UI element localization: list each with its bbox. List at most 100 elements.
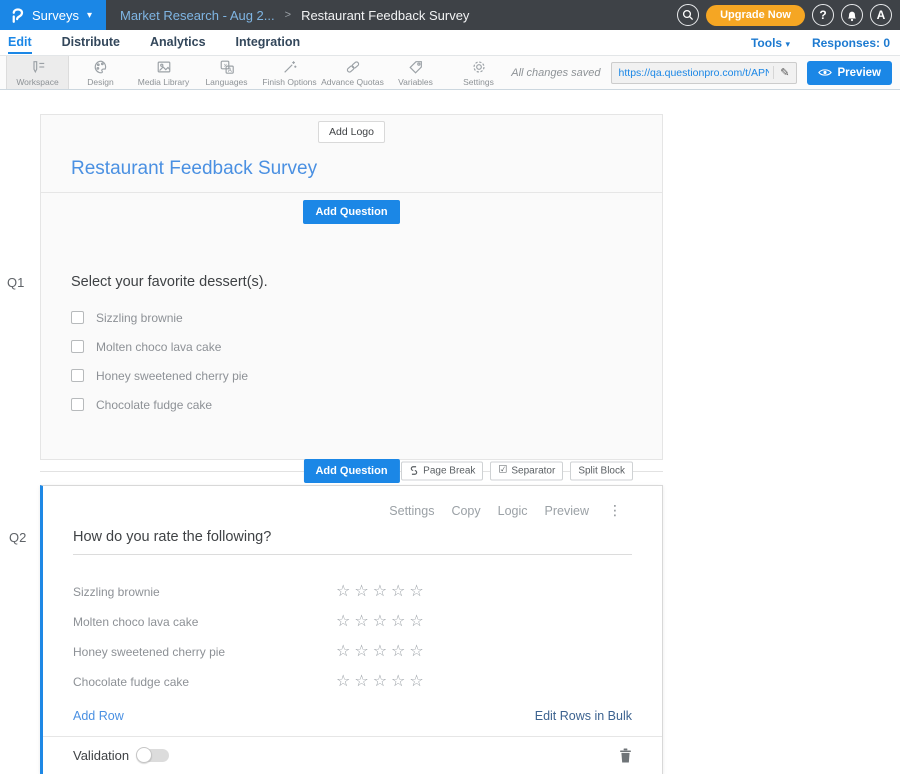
preview-button[interactable]: Preview bbox=[807, 61, 892, 85]
question-copy-link[interactable]: Copy bbox=[451, 504, 480, 518]
toolbar-item-media-library[interactable]: Media Library bbox=[132, 56, 195, 89]
star-icon[interactable]: ☆ bbox=[391, 614, 405, 630]
avatar-initial: A bbox=[877, 8, 886, 22]
page-break-button[interactable]: Page Break bbox=[401, 461, 483, 480]
toolbar-item-design[interactable]: Design bbox=[69, 56, 132, 89]
star-icon[interactable]: ☆ bbox=[391, 674, 405, 690]
account-avatar[interactable]: A bbox=[870, 4, 892, 26]
trash-icon bbox=[619, 748, 632, 763]
tab-edit[interactable]: Edit bbox=[8, 31, 32, 54]
add-question-row-top: Add Question bbox=[41, 193, 662, 224]
notifications-button[interactable] bbox=[841, 4, 863, 26]
checkbox-option[interactable]: Molten choco lava cake bbox=[71, 332, 632, 361]
split-block-button[interactable]: Split Block bbox=[570, 461, 633, 480]
checkbox[interactable] bbox=[71, 311, 84, 324]
question-preview-link[interactable]: Preview bbox=[545, 504, 589, 518]
tab-integration[interactable]: Integration bbox=[236, 31, 301, 54]
help-button[interactable]: ? bbox=[812, 4, 834, 26]
product-switcher[interactable]: Surveys ▾ bbox=[0, 0, 106, 30]
save-status: All changes saved bbox=[511, 67, 600, 79]
tab-distribute[interactable]: Distribute bbox=[62, 31, 120, 54]
breadcrumb-folder[interactable]: Market Research - Aug 2... bbox=[120, 8, 275, 23]
search-icon bbox=[682, 9, 694, 21]
add-logo-button[interactable]: Add Logo bbox=[318, 121, 385, 143]
checkbox[interactable] bbox=[71, 369, 84, 382]
star-icon[interactable]: ☆ bbox=[354, 644, 368, 660]
survey-url-input[interactable] bbox=[612, 67, 774, 79]
delete-question-button[interactable] bbox=[619, 748, 632, 763]
checkbox[interactable] bbox=[71, 398, 84, 411]
question-1-text[interactable]: Select your favorite dessert(s). bbox=[71, 274, 632, 290]
survey-url-field: ✎ bbox=[611, 62, 797, 84]
toolbar-item-variables[interactable]: Variables bbox=[384, 56, 447, 89]
question-2-toolbar: Settings Copy Logic Preview ⋮ bbox=[43, 486, 662, 519]
question-1[interactable]: Q1 Select your favorite dessert(s). Sizz… bbox=[71, 274, 632, 459]
nav-right: Tools ▾ Responses: 0 bbox=[751, 36, 890, 50]
question-2-block[interactable]: Settings Copy Logic Preview ⋮ Q2 How do … bbox=[40, 485, 663, 774]
toolbar-item-advance-quotas[interactable]: Advance Quotas bbox=[321, 56, 384, 89]
topbar-actions: Upgrade Now ? A bbox=[677, 0, 900, 30]
star-icon[interactable]: ☆ bbox=[336, 584, 350, 600]
toolbar-item-finish-options[interactable]: Finish Options bbox=[258, 56, 321, 89]
star-icon[interactable]: ☆ bbox=[391, 584, 405, 600]
star-icon[interactable]: ☆ bbox=[336, 614, 350, 630]
star-icon[interactable]: ☆ bbox=[409, 584, 423, 600]
question-2-text[interactable]: How do you rate the following? bbox=[73, 529, 632, 555]
star-rating[interactable]: ☆ ☆ ☆ ☆ ☆ bbox=[336, 614, 424, 630]
star-icon[interactable]: ☆ bbox=[354, 614, 368, 630]
star-icon[interactable]: ☆ bbox=[409, 614, 423, 630]
row-actions: Add Row Edit Rows in Bulk bbox=[73, 709, 632, 723]
insert-row-top: Add Question Page Break ☑ Separator Spli… bbox=[40, 460, 663, 481]
bell-icon bbox=[846, 9, 858, 22]
search-button[interactable] bbox=[677, 4, 699, 26]
question-2: Q2 How do you rate the following? bbox=[73, 529, 632, 555]
star-icon[interactable]: ☆ bbox=[373, 644, 387, 660]
star-rating[interactable]: ☆ ☆ ☆ ☆ ☆ bbox=[336, 644, 424, 660]
toolbar-item-settings[interactable]: Settings bbox=[447, 56, 510, 89]
add-question-button[interactable]: Add Question bbox=[303, 459, 399, 483]
question-2-id: Q2 bbox=[9, 530, 26, 545]
star-icon[interactable]: ☆ bbox=[409, 644, 423, 660]
toolbar-item-workspace[interactable]: Workspace bbox=[6, 56, 69, 89]
rating-row-label: Sizzling brownie bbox=[73, 585, 336, 599]
star-icon[interactable]: ☆ bbox=[391, 644, 405, 660]
edit-rows-in-bulk-link[interactable]: Edit Rows in Bulk bbox=[535, 709, 632, 723]
toolbar-item-languages[interactable]: ×A Languages bbox=[195, 56, 258, 89]
question-settings-link[interactable]: Settings bbox=[389, 504, 434, 518]
checkbox-option[interactable]: Honey sweetened cherry pie bbox=[71, 361, 632, 390]
validation-control: Validation bbox=[73, 748, 169, 763]
star-icon[interactable]: ☆ bbox=[409, 674, 423, 690]
star-icon[interactable]: ☆ bbox=[354, 584, 368, 600]
separator-button[interactable]: ☑ Separator bbox=[490, 461, 563, 480]
star-icon[interactable]: ☆ bbox=[336, 674, 350, 690]
more-options-icon[interactable]: ⋮ bbox=[606, 502, 624, 519]
star-rating[interactable]: ☆ ☆ ☆ ☆ ☆ bbox=[336, 674, 424, 690]
tab-analytics[interactable]: Analytics bbox=[150, 31, 206, 54]
checkbox[interactable] bbox=[71, 340, 84, 353]
variables-icon bbox=[408, 59, 424, 75]
star-icon[interactable]: ☆ bbox=[373, 614, 387, 630]
star-icon[interactable]: ☆ bbox=[354, 674, 368, 690]
add-row-link[interactable]: Add Row bbox=[73, 709, 124, 723]
star-icon[interactable]: ☆ bbox=[336, 644, 350, 660]
checkbox-option[interactable]: Sizzling brownie bbox=[71, 303, 632, 332]
chevron-down-icon: ▾ bbox=[785, 39, 790, 49]
breadcrumb-survey-name: Restaurant Feedback Survey bbox=[301, 8, 469, 23]
q1-options: Sizzling brownie Molten choco lava cake … bbox=[71, 303, 632, 459]
star-rating[interactable]: ☆ ☆ ☆ ☆ ☆ bbox=[336, 584, 424, 600]
checkbox-option[interactable]: Chocolate fudge cake bbox=[71, 390, 632, 419]
question-logic-link[interactable]: Logic bbox=[498, 504, 528, 518]
validation-toggle[interactable] bbox=[137, 749, 169, 762]
edit-url-icon[interactable]: ✎ bbox=[773, 66, 795, 79]
app: Surveys ▾ Market Research - Aug 2... > R… bbox=[0, 0, 900, 774]
tools-menu[interactable]: Tools ▾ bbox=[751, 36, 790, 50]
toggle-knob bbox=[136, 747, 152, 763]
star-icon[interactable]: ☆ bbox=[373, 674, 387, 690]
option-label: Honey sweetened cherry pie bbox=[96, 369, 248, 383]
upgrade-now-button[interactable]: Upgrade Now bbox=[706, 5, 805, 26]
survey-title[interactable]: Restaurant Feedback Survey bbox=[71, 158, 632, 180]
rating-row: Honey sweetened cherry pie ☆ ☆ ☆ ☆ ☆ bbox=[73, 637, 632, 667]
add-question-button[interactable]: Add Question bbox=[303, 200, 399, 224]
star-icon[interactable]: ☆ bbox=[373, 584, 387, 600]
responses-count[interactable]: Responses: 0 bbox=[812, 36, 890, 50]
